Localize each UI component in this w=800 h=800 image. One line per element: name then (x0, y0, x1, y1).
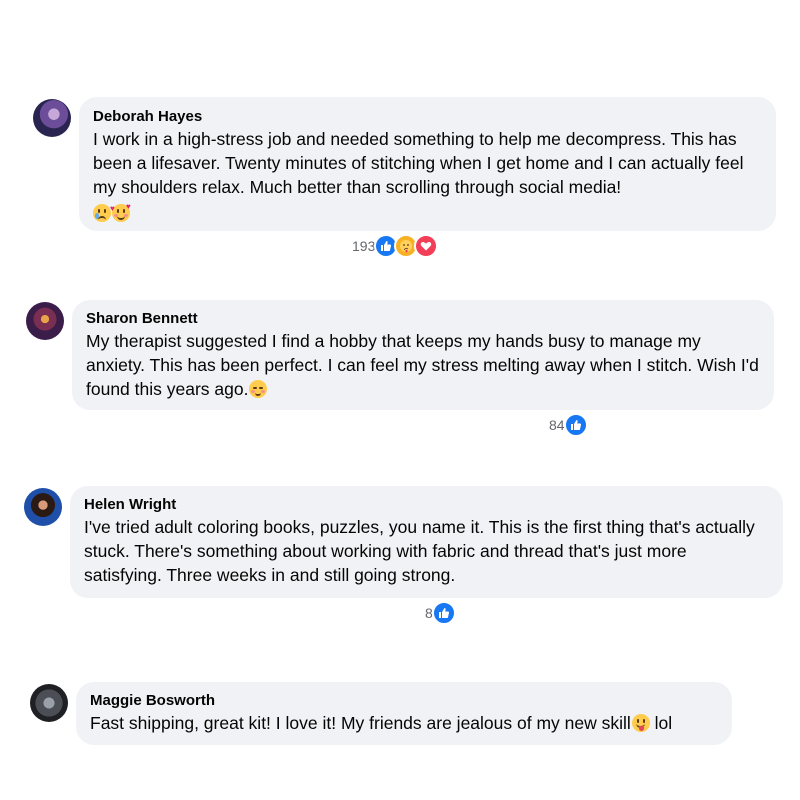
comment-author[interactable]: Deborah Hayes (93, 107, 762, 127)
comment-text: I've tried adult coloring books, puzzles… (84, 517, 755, 585)
tongue-face-emoji-icon (631, 714, 650, 732)
reaction-count: 193 (352, 238, 376, 254)
reaction-summary[interactable]: 8 (425, 601, 456, 625)
comment-bubble: Deborah Hayes I work in a high-stress jo… (79, 97, 776, 231)
avatar[interactable] (24, 488, 62, 526)
comment-author[interactable]: Maggie Bosworth (90, 691, 718, 711)
comment-author[interactable]: Sharon Bennett (86, 309, 760, 329)
smiling-hearts-emoji-icon: ♥ ♥ (110, 203, 131, 222)
reaction-summary[interactable]: 193 (352, 234, 439, 258)
sad-tear-emoji-icon (93, 204, 111, 222)
comment-bubble: Sharon Bennett My therapist suggested I … (72, 300, 774, 410)
reaction-count: 84 (549, 417, 565, 433)
comment-text: My therapist suggested I find a hobby th… (86, 331, 759, 399)
avatar[interactable] (33, 99, 71, 137)
comment-bubble: Helen Wright I've tried adult coloring b… (70, 486, 783, 598)
reaction-summary[interactable]: 84 (549, 413, 588, 437)
comment-text: Fast shipping, great kit! I love it! My … (90, 713, 673, 733)
relieved-face-emoji-icon (249, 380, 268, 398)
comment-bubble: Maggie Bosworth Fast shipping, great kit… (76, 682, 732, 745)
love-reaction-icon (414, 234, 439, 258)
avatar[interactable] (26, 302, 64, 340)
like-reaction-icon (431, 601, 456, 625)
avatar[interactable] (30, 684, 68, 722)
like-reaction-icon (563, 413, 588, 437)
comment-author[interactable]: Helen Wright (84, 495, 769, 515)
comment-emojis: ♥ ♥ (93, 201, 762, 225)
comment-text: I work in a high-stress job and needed s… (93, 129, 744, 197)
